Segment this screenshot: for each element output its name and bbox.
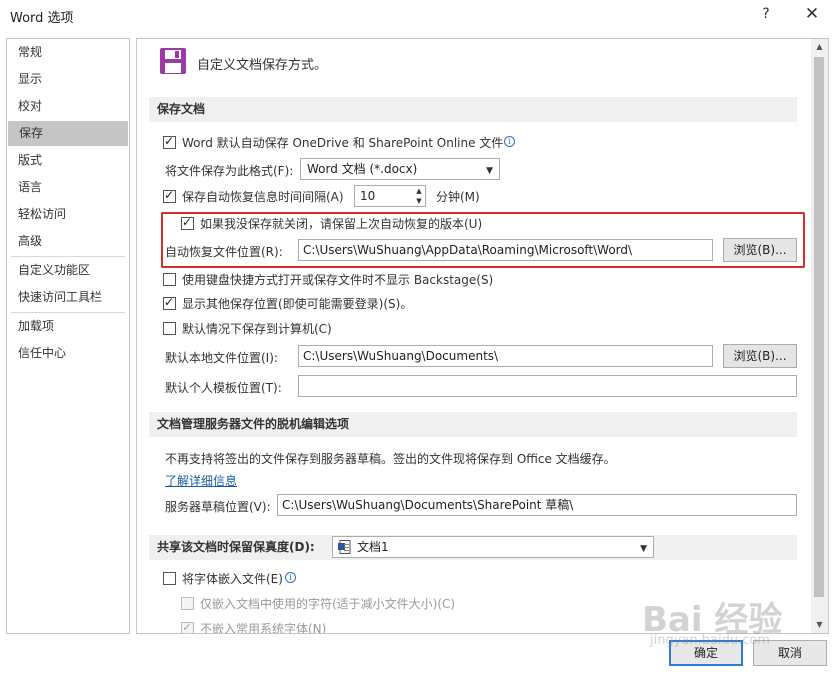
content-scrollbar[interactable]: ▲ ▼	[811, 39, 828, 633]
sidebar-item-advanced[interactable]: 高级	[7, 229, 129, 254]
sidebar-item-accessibility[interactable]: 轻松访问	[7, 202, 129, 227]
sidebar-item-quick-access[interactable]: 快速访问工具栏	[7, 285, 129, 310]
template-location-label: 默认个人模板位置(T):	[165, 381, 282, 395]
autorecover-label: 保存自动恢复信息时间间隔(A)	[182, 190, 344, 204]
fidelity-document-select[interactable]: 文档1 ▼	[332, 536, 654, 558]
onedrive-autosave-label: Word 默认自动保存 OneDrive 和 SharePoint Online…	[182, 136, 504, 150]
no-backstage-label: 使用键盘快捷方式打开或保存文件时不显示 Backstage(S)	[182, 273, 494, 287]
chevron-down-icon: ▼	[640, 544, 647, 554]
sidebar-item-language[interactable]: 语言	[7, 175, 129, 200]
scroll-down-icon[interactable]: ▼	[811, 617, 828, 633]
autorecover-checkbox[interactable]	[163, 188, 176, 203]
help-button[interactable]: ?	[754, 2, 778, 26]
sidebar-item-trust-center[interactable]: 信任中心	[7, 341, 129, 366]
learn-more-link[interactable]: 了解详细信息	[165, 472, 237, 489]
save-to-computer-label: 默认情况下保存到计算机(C)	[182, 322, 332, 336]
sidebar-divider	[11, 312, 125, 313]
autorecover-interval-value: 10	[360, 189, 376, 203]
section-header-offline: 文档管理服务器文件的脱机编辑选项	[149, 412, 797, 437]
save-format-label: 将文件保存为此格式(F):	[165, 164, 294, 178]
page-title: 自定义文档保存方式。	[197, 58, 328, 73]
no-backstage-checkbox[interactable]	[163, 273, 176, 286]
close-button[interactable]: ✕	[798, 2, 826, 26]
info-icon: i	[504, 136, 515, 147]
title-bar: Word 选项 ? ✕	[0, 0, 835, 32]
autorecover-browse-button[interactable]: 浏览(B)...	[723, 238, 797, 262]
chevron-down-icon: ▼	[486, 166, 493, 176]
embed-fonts-label: 将字体嵌入文件(E)	[182, 572, 283, 586]
sidebar-item-display[interactable]: 显示	[7, 67, 129, 92]
word-document-icon	[338, 540, 351, 554]
sidebar-item-proofing[interactable]: 校对	[7, 94, 129, 119]
floppy-disk-icon	[160, 48, 186, 74]
embed-fonts-checkbox[interactable]	[163, 572, 176, 585]
no-common-fonts-label: 不嵌入常用系统字体(N)	[200, 622, 327, 634]
default-local-browse-button[interactable]: 浏览(B)...	[723, 344, 797, 368]
offline-description: 不再支持将签出的文件保存到服务器草稿。签出的文件现将保存到 Office 文档缓…	[165, 452, 616, 466]
embed-used-chars-label: 仅嵌入文档中使用的字符(适于减小文件大小)(C)	[200, 597, 456, 611]
sidebar-item-typography[interactable]: 版式	[7, 148, 129, 173]
show-additional-places-checkbox[interactable]	[163, 295, 176, 310]
server-drafts-label: 服务器草稿位置(V):	[165, 500, 271, 514]
server-drafts-input[interactable]: C:\Users\WuShuang\Documents\SharePoint 草…	[277, 494, 797, 516]
onedrive-autosave-checkbox[interactable]	[163, 134, 176, 149]
default-local-input[interactable]: C:\Users\WuShuang\Documents\	[298, 345, 713, 367]
scrollbar-thumb[interactable]	[814, 57, 824, 597]
window-title: Word 选项	[10, 11, 74, 26]
scroll-up-icon[interactable]: ▲	[811, 39, 828, 55]
autorecover-unit-label: 分钟(M)	[436, 190, 480, 204]
sidebar-item-save[interactable]: 保存	[8, 121, 128, 146]
autorecover-location-input[interactable]: C:\Users\WuShuang\AppData\Roaming\Micros…	[298, 239, 713, 261]
options-content: 自定义文档保存方式。 保存文档 Word 默认自动保存 OneDrive 和 S…	[136, 38, 829, 634]
autorecover-location-label: 自动恢复文件位置(R):	[165, 245, 283, 259]
section-header-save: 保存文档	[149, 97, 797, 122]
stepper-arrows-icon[interactable]: ▲ ▼	[413, 186, 425, 206]
info-icon: i	[285, 572, 296, 583]
sidebar-nav: 常规 显示 校对 保存 版式 语言 轻松访问 高级 自定义功能区 快速访问工具栏…	[6, 38, 130, 634]
save-to-computer-checkbox[interactable]	[163, 322, 176, 335]
sidebar-item-customize-ribbon[interactable]: 自定义功能区	[7, 258, 129, 283]
show-additional-places-label: 显示其他保存位置(即使可能需要登录)(S)。	[182, 297, 413, 311]
default-local-label: 默认本地文件位置(I):	[165, 351, 278, 365]
baidu-watermark-url: jingyan.baidu.com	[650, 633, 770, 648]
save-format-value: Word 文档 (*.docx)	[307, 162, 418, 176]
no-common-fonts-checkbox[interactable]	[181, 620, 194, 633]
fidelity-document-value: 文档1	[357, 540, 389, 554]
sidebar-divider	[11, 256, 125, 257]
keep-last-autosaved-checkbox[interactable]	[181, 215, 194, 230]
sidebar-item-addins[interactable]: 加载项	[7, 314, 129, 339]
autorecover-interval-stepper[interactable]: 10 ▲ ▼	[354, 185, 426, 207]
embed-used-chars-checkbox[interactable]	[181, 597, 194, 610]
save-format-select[interactable]: Word 文档 (*.docx) ▼	[300, 158, 500, 180]
template-location-input[interactable]	[298, 375, 797, 397]
keep-last-autosaved-label: 如果我没保存就关闭，请保留上次自动恢复的版本(U)	[200, 217, 483, 231]
sidebar-item-general[interactable]: 常规	[7, 40, 129, 65]
